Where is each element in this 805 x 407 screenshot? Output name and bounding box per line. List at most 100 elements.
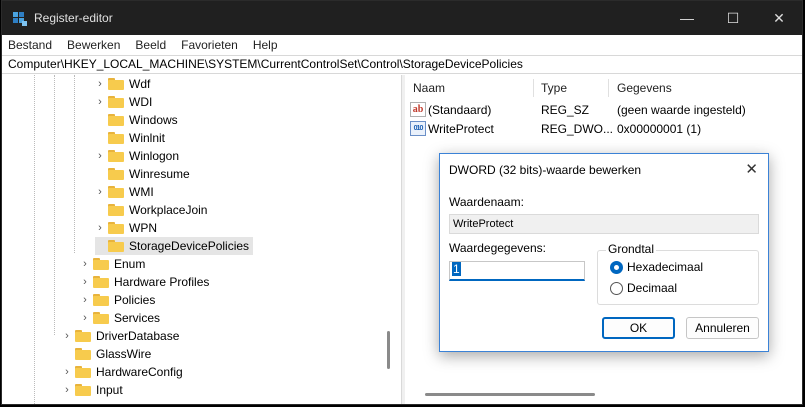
tree-item-label: HardwareConfig <box>96 365 183 379</box>
dialog-close-icon[interactable]: ✕ <box>745 160 758 178</box>
menu-help[interactable]: Help <box>253 38 278 52</box>
value-name-field: WriteProtect <box>449 214 759 234</box>
tree-item[interactable]: › WDI <box>95 93 152 111</box>
tree-item[interactable]: › DriverDatabase <box>62 327 179 345</box>
cancel-button[interactable]: Annuleren <box>686 317 759 339</box>
menu-favorites[interactable]: Favorieten <box>181 38 238 52</box>
tree-item-label: DriverDatabase <box>96 329 180 343</box>
value-data-label: Waardegegevens: <box>449 241 546 255</box>
chevron-right-icon[interactable]: › <box>80 273 90 291</box>
column-separator[interactable] <box>608 79 609 97</box>
radio-hexadecimal[interactable]: Hexadecimaal <box>610 258 703 276</box>
tree-item-label: Wdf <box>129 77 151 91</box>
tree-item[interactable]: › HardwareConfig <box>62 363 183 381</box>
close-button[interactable]: ✕ <box>756 1 802 35</box>
tree-item[interactable]: › Input <box>62 381 123 399</box>
folder-icon <box>75 384 91 396</box>
column-header-name[interactable]: Naam <box>413 75 445 101</box>
menu-edit[interactable]: Bewerken <box>67 38 120 52</box>
chevron-right-icon[interactable]: › <box>95 147 105 165</box>
chevron-right-icon[interactable]: › <box>62 363 72 381</box>
radio-decimal[interactable]: Decimaal <box>610 279 677 297</box>
tree-item[interactable]: › Policies <box>80 291 155 309</box>
radio-unchecked-icon[interactable] <box>610 281 623 295</box>
registry-tree[interactable]: › Wdf › WDI Windows Winlnit › Winlogon Winresume… <box>2 75 400 404</box>
minimize-button[interactable]: — <box>664 1 710 35</box>
menu-view[interactable]: Beeld <box>135 38 166 52</box>
edit-dword-dialog: DWORD (32 bits)-waarde bewerken ✕ Waarde… <box>439 153 769 352</box>
tree-item[interactable]: Winlnit <box>95 129 165 147</box>
folder-icon <box>108 114 124 126</box>
tree-item-label: Enum <box>114 257 146 271</box>
binary-value-icon: 010 <box>410 121 426 136</box>
tree-item[interactable]: WorkplaceJoin <box>95 201 207 219</box>
column-header-data[interactable]: Gegevens <box>617 75 672 101</box>
maximize-icon: ☐ <box>726 9 740 26</box>
tree-item-label: WorkplaceJoin <box>129 203 208 217</box>
value-name: (Standaard) <box>428 103 492 117</box>
tree-item[interactable]: › Enum <box>80 255 145 273</box>
vertical-scrollbar[interactable] <box>387 331 390 369</box>
value-data: (geen waarde ingesteld) <box>617 103 746 117</box>
tree-item[interactable]: › Winlogon <box>95 147 179 165</box>
chevron-right-icon[interactable]: › <box>95 93 105 111</box>
folder-icon <box>108 96 124 108</box>
chevron-right-icon[interactable]: › <box>62 327 72 345</box>
column-separator[interactable] <box>533 79 534 97</box>
folder-icon <box>108 204 124 216</box>
tree-item-label: StorageDevicePolicies <box>129 239 250 253</box>
tree-item[interactable]: Windows <box>95 111 178 129</box>
chevron-right-icon[interactable]: › <box>80 309 90 327</box>
radio-label: Hexadecimaal <box>627 260 704 274</box>
radio-checked-icon[interactable] <box>610 260 623 274</box>
value-data-input[interactable]: 1 <box>449 261 585 281</box>
chevron-right-icon[interactable]: › <box>95 183 105 201</box>
maximize-button[interactable]: ☐ <box>710 1 756 35</box>
tree-guide-line <box>54 75 55 335</box>
address-bar[interactable]: Computer\HKEY_LOCAL_MACHINE\SYSTEM\Curre… <box>2 55 802 74</box>
value-row[interactable]: 010 WriteProtect REG_DWO... 0x00000001 (… <box>405 120 802 138</box>
folder-icon <box>108 222 124 234</box>
value-data: 0x00000001 (1) <box>617 122 702 136</box>
ok-button[interactable]: OK <box>602 317 675 339</box>
radio-label: Decimaal <box>627 281 678 295</box>
chevron-right-icon[interactable]: › <box>80 255 90 273</box>
value-row[interactable]: ab (Standaard) REG_SZ (geen waarde inges… <box>405 101 802 119</box>
folder-icon <box>75 348 91 360</box>
chevron-right-icon[interactable]: › <box>95 75 105 93</box>
value-data-text: 1 <box>452 262 461 276</box>
chevron-right-icon[interactable]: › <box>95 219 105 237</box>
tree-item[interactable]: › WMI <box>95 183 154 201</box>
folder-icon <box>108 186 124 198</box>
chevron-right-icon[interactable]: › <box>80 291 90 309</box>
tree-item[interactable]: GlassWire <box>62 345 151 363</box>
tree-item[interactable]: › Wdf <box>95 75 150 93</box>
folder-icon <box>93 258 109 270</box>
tree-item[interactable]: Winresume <box>95 165 190 183</box>
dialog-title: DWORD (32 bits)-waarde bewerken <box>449 163 642 177</box>
tree-item-label: Windows <box>129 113 178 127</box>
folder-icon <box>93 276 109 288</box>
tree-item[interactable]: › Hardware Profiles <box>80 273 209 291</box>
chevron-right-icon[interactable]: › <box>62 381 72 399</box>
tree-item[interactable]: › Services <box>80 309 160 327</box>
folder-icon <box>108 132 124 144</box>
value-name: WriteProtect <box>428 122 494 136</box>
menu-file[interactable]: Bestand <box>8 38 52 52</box>
horizontal-scrollbar[interactable] <box>425 393 595 396</box>
tree-item-label: Input <box>96 383 123 397</box>
column-header-type[interactable]: Type <box>541 75 567 101</box>
tree-item-label: Services <box>114 311 161 325</box>
tree-item[interactable]: StorageDevicePolicies <box>95 237 254 255</box>
tree-item[interactable]: › WPN <box>95 219 157 237</box>
string-value-icon: ab <box>410 102 426 117</box>
tree-item-label: Policies <box>114 293 156 307</box>
folder-icon <box>93 294 109 306</box>
folder-icon <box>108 240 124 252</box>
base-group-title: Grondtal <box>606 242 657 256</box>
close-icon: ✕ <box>773 9 785 26</box>
